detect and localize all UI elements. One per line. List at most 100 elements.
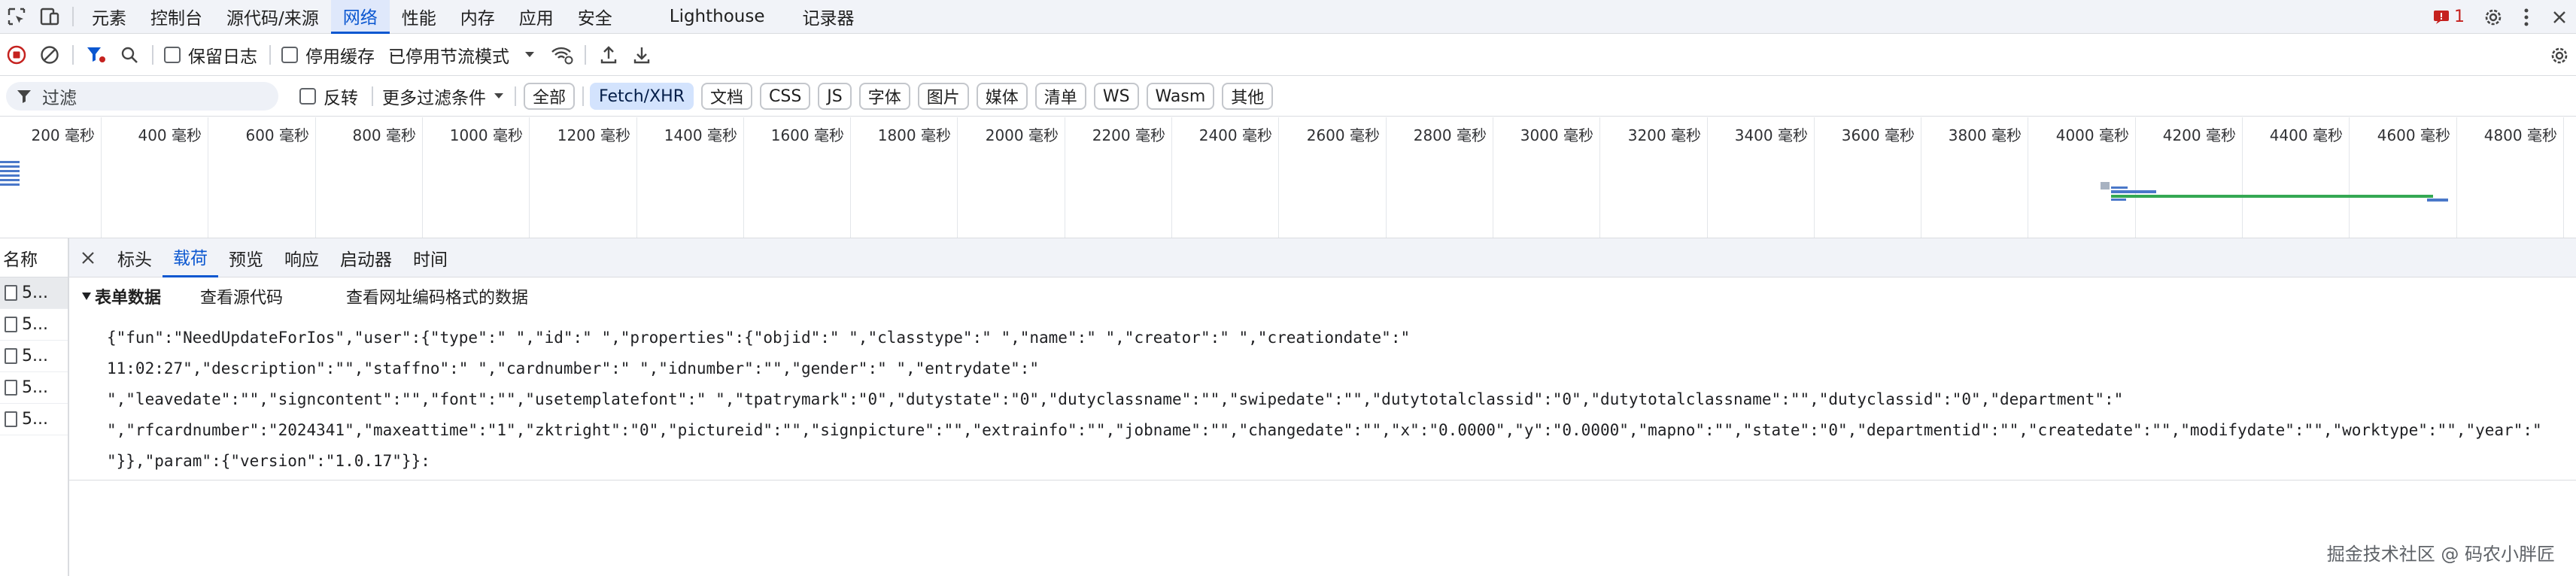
throttling-select[interactable]: 已停用节流模式 <box>388 42 535 68</box>
tab-lighthouse[interactable]: Lighthouse <box>624 0 791 34</box>
timeline-tick-label: 4600 毫秒 <box>2377 126 2450 144</box>
clear-icon[interactable] <box>33 38 66 71</box>
timeline-grid-line <box>1599 117 1600 238</box>
devtools-tab-bar: 元素 控制台 源代码/来源 网络 性能 内存 应用 安全 Lighthouse … <box>0 0 2576 34</box>
timeline-grid-line <box>743 117 744 238</box>
filter-input[interactable]: 过滤 <box>6 82 278 111</box>
tab-initiator[interactable]: 启动器 <box>330 238 402 277</box>
inspect-element-icon[interactable] <box>0 0 33 33</box>
issue-flag-icon <box>2434 10 2449 24</box>
tab-application[interactable]: 应用 <box>507 0 566 34</box>
close-devtools-icon[interactable] <box>2543 1 2576 34</box>
disable-cache-checkbox[interactable] <box>281 47 298 63</box>
payload-line: {"fun":"NeedUpdateForIos","user":{"type"… <box>107 329 1411 347</box>
filter-type-wasm[interactable]: Wasm <box>1146 83 1215 110</box>
divider <box>582 86 585 106</box>
timeline-tick-label: 1400 毫秒 <box>664 126 737 144</box>
triangle-down-icon[interactable] <box>81 292 92 301</box>
overview-timeline[interactable]: 200 毫秒 400 毫秒 600 毫秒 800 毫秒 1000 毫秒 1200 毫秒 14… <box>0 117 2576 238</box>
form-data-section-header: 表单数据 查看源代码 查看网址编码格式的数据 <box>69 277 2576 315</box>
tab-preview[interactable]: 预览 <box>218 238 274 277</box>
filter-type-js[interactable]: JS <box>818 83 852 110</box>
preserve-log-checkbox[interactable] <box>164 47 181 63</box>
filter-type-ws[interactable]: WS <box>1093 83 1139 110</box>
settings-gear-icon[interactable] <box>2477 1 2510 34</box>
more-filters-dropdown[interactable]: 更多过滤条件 <box>382 83 504 109</box>
document-icon <box>5 348 17 364</box>
name-column-header[interactable]: 名称 <box>0 238 68 277</box>
timeline-tick-label: 4400 毫秒 <box>2269 126 2343 144</box>
timeline-tick-label: 2800 毫秒 <box>1413 126 1487 144</box>
search-icon[interactable] <box>113 38 146 71</box>
waterfall-bar <box>2111 186 2128 189</box>
tab-network[interactable]: 网络 <box>330 0 390 34</box>
tab-memory[interactable]: 内存 <box>448 0 507 34</box>
timeline-tick-label: 2000 毫秒 <box>985 126 1059 144</box>
disable-cache-option[interactable]: 停用缓存 <box>281 42 375 68</box>
invert-checkbox[interactable] <box>299 88 316 105</box>
form-data-payload: {"fun":"NeedUpdateForIos","user":{"type"… <box>107 323 2561 477</box>
device-toolbar-icon[interactable] <box>33 0 66 33</box>
view-url-encoded-link[interactable]: 查看网址编码格式的数据 <box>346 284 528 308</box>
divider <box>152 45 153 65</box>
timeline-grid-line <box>1707 117 1708 238</box>
divider <box>372 86 373 106</box>
waterfall-bar <box>0 170 20 172</box>
tab-sources[interactable]: 源代码/来源 <box>214 0 331 34</box>
tab-response[interactable]: 响应 <box>274 238 330 277</box>
filter-type-font[interactable]: 字体 <box>858 83 910 110</box>
timeline-grid-line <box>529 117 530 238</box>
filter-type-img[interactable]: 图片 <box>917 83 969 110</box>
waterfall-bar <box>2111 190 2156 193</box>
form-data-title[interactable]: 表单数据 <box>95 284 161 308</box>
tab-console[interactable]: 控制台 <box>138 0 214 34</box>
filter-type-media[interactable]: 媒体 <box>976 83 1028 110</box>
request-row[interactable]: 5... <box>0 309 68 341</box>
tab-elements[interactable]: 元素 <box>80 0 138 34</box>
tab-performance[interactable]: 性能 <box>390 0 448 34</box>
network-conditions-icon[interactable] <box>545 38 579 71</box>
export-har-icon[interactable] <box>625 38 658 71</box>
timeline-grid-line <box>1171 117 1172 238</box>
waterfall-bar <box>2101 182 2110 189</box>
preserve-log-option[interactable]: 保留日志 <box>164 42 257 68</box>
close-detail-icon[interactable] <box>69 241 107 274</box>
request-row[interactable]: 5... <box>0 341 68 372</box>
document-icon <box>5 285 17 301</box>
tab-recorder[interactable]: 记录器 <box>791 0 867 34</box>
request-row[interactable]: 5... <box>0 372 68 404</box>
filter-type-all[interactable]: 全部 <box>524 83 576 110</box>
timeline-tick-label: 3400 毫秒 <box>1734 126 1808 144</box>
invert-label: 反转 <box>324 89 358 108</box>
filter-type-fetch-xhr[interactable]: Fetch/XHR <box>590 83 694 110</box>
request-name: 5... <box>22 410 48 429</box>
divider <box>269 45 271 65</box>
filter-type-doc[interactable]: 文档 <box>700 83 752 110</box>
invert-option[interactable]: 反转 <box>299 83 358 109</box>
view-source-link[interactable]: 查看源代码 <box>200 284 283 308</box>
issues-badge[interactable]: 1 <box>2421 8 2477 26</box>
tab-headers[interactable]: 标头 <box>107 238 163 277</box>
waterfall-bar <box>0 179 20 181</box>
tab-security[interactable]: 安全 <box>566 0 624 34</box>
filter-type-other[interactable]: 其他 <box>1222 83 1274 110</box>
tab-payload[interactable]: 载荷 <box>163 238 218 277</box>
filter-type-css[interactable]: CSS <box>760 83 811 110</box>
request-row[interactable]: 5... <box>0 404 68 435</box>
disable-cache-label: 停用缓存 <box>305 47 375 67</box>
filter-funnel-icon[interactable] <box>80 38 113 71</box>
import-har-icon[interactable] <box>592 38 625 71</box>
timeline-tick-label: 200 毫秒 <box>31 126 95 144</box>
network-settings-gear-icon[interactable] <box>2543 39 2576 72</box>
payload-line: ","leavedate":"","signcontent":"","font"… <box>107 390 2124 408</box>
timeline-tick-label: 600 毫秒 <box>245 126 309 144</box>
filter-placeholder: 过滤 <box>42 89 77 108</box>
stop-recording-icon[interactable] <box>0 38 33 71</box>
document-icon <box>5 317 17 332</box>
filter-type-manifest[interactable]: 清单 <box>1034 83 1086 110</box>
timeline-tick-label: 3800 毫秒 <box>1948 126 2022 144</box>
more-options-icon[interactable] <box>2510 1 2543 34</box>
tab-timing[interactable]: 时间 <box>402 238 458 277</box>
request-row[interactable]: 5... <box>0 277 68 309</box>
watermark: 掘金技术社区 @ 码农小胖匠 <box>2326 544 2555 565</box>
